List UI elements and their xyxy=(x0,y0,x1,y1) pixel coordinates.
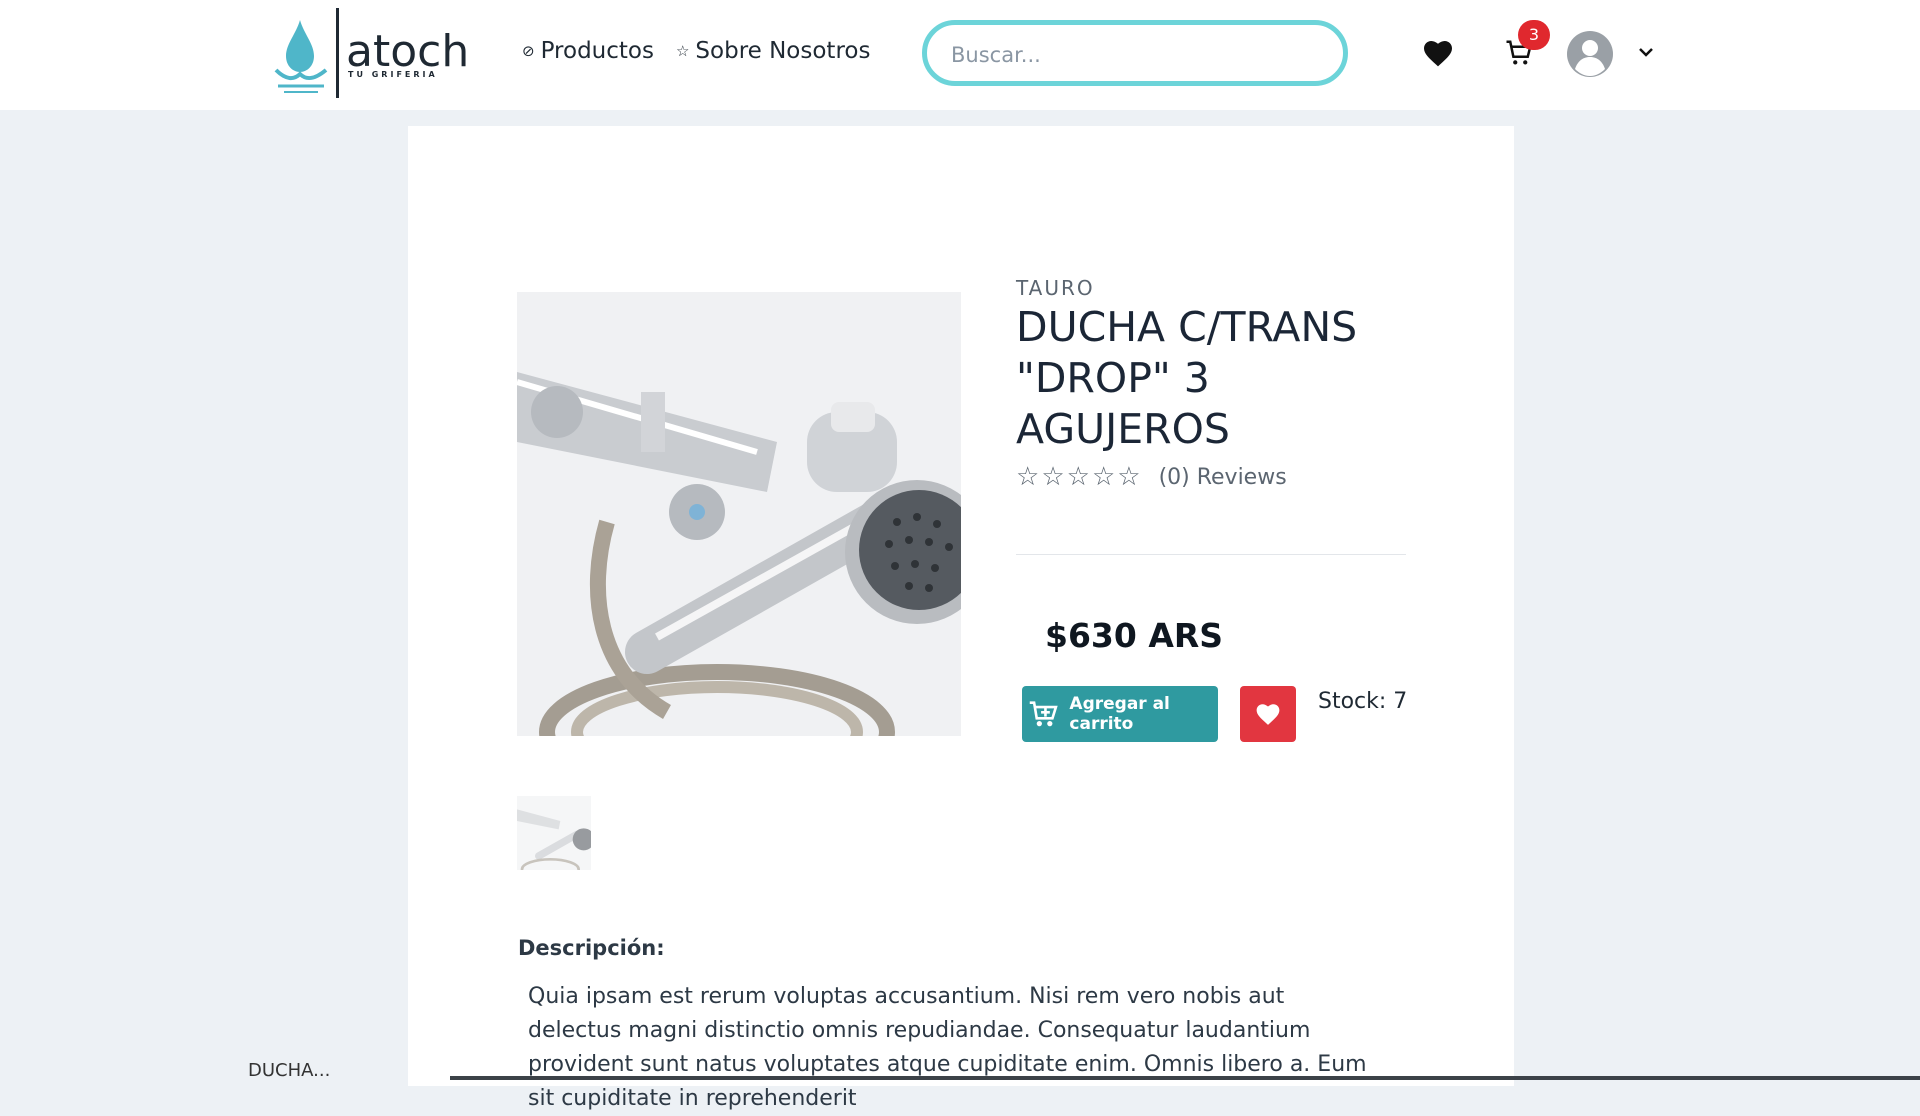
logo-divider xyxy=(336,8,339,98)
section-divider xyxy=(1016,554,1406,555)
star-empty-icon: ☆ xyxy=(1041,462,1065,492)
product-rating: ☆ ☆ ☆ ☆ ☆ (0) Reviews xyxy=(1016,462,1287,492)
cart-count-badge: 3 xyxy=(1518,20,1550,50)
stock-label: Stock: 7 xyxy=(1318,689,1408,714)
top-navbar: atoch TU GRIFERIA ⊘ Productos ☆ Sobre No… xyxy=(0,0,1920,110)
nav-productos-label: Productos xyxy=(540,38,654,64)
star-empty-icon: ☆ xyxy=(1016,462,1040,492)
water-drop-logo-icon xyxy=(274,20,328,93)
add-to-favorites-button[interactable] xyxy=(1240,686,1296,742)
footer-fragment-text: DUCHA... xyxy=(248,1060,331,1081)
favorites-heart-icon[interactable] xyxy=(1422,38,1454,68)
site-logo[interactable]: atoch TU GRIFERIA xyxy=(272,8,469,98)
star-icon: ☆ xyxy=(675,42,690,60)
nav-sobre-nosotros-label: Sobre Nosotros xyxy=(695,38,871,64)
logo-tagline: TU GRIFERIA xyxy=(348,70,438,79)
product-thumbnail[interactable] xyxy=(517,796,591,870)
compass-icon: ⊘ xyxy=(522,42,535,60)
description-heading: Descripción: xyxy=(518,936,665,960)
nav-sobre-nosotros[interactable]: ☆ Sobre Nosotros xyxy=(676,38,871,64)
shower-thumbnail-icon xyxy=(517,796,591,870)
star-empty-icon: ☆ xyxy=(1091,462,1116,492)
star-empty-icon: ☆ xyxy=(1066,462,1090,492)
chevron-down-icon[interactable] xyxy=(1636,44,1656,60)
product-price: $630 ARS xyxy=(1045,616,1224,655)
product-brand: TAURO xyxy=(1016,276,1095,300)
star-empty-icon: ☆ xyxy=(1117,462,1141,492)
product-card: TAURO DUCHA C/TRANS "DROP" 3 AGUJEROS ☆ … xyxy=(408,126,1514,1111)
reviews-count[interactable]: (0) Reviews xyxy=(1159,465,1287,490)
product-title: DUCHA C/TRANS "DROP" 3 AGUJEROS xyxy=(1016,303,1358,453)
search-box xyxy=(922,20,1348,86)
bottom-divider xyxy=(450,1076,1920,1080)
shower-photo-icon xyxy=(517,292,961,736)
nav-productos[interactable]: ⊘ Productos xyxy=(522,38,654,64)
add-to-cart-label: Agregar al carrito xyxy=(1069,694,1170,734)
add-to-cart-button[interactable]: Agregar al carrito xyxy=(1022,686,1218,742)
description-text: Quia ipsam est rerum voluptas accusantiu… xyxy=(528,984,1367,1111)
heart-icon xyxy=(1256,704,1280,725)
search-input[interactable] xyxy=(949,39,1323,71)
cart-plus-icon xyxy=(1029,701,1058,727)
user-avatar-icon[interactable] xyxy=(1566,30,1614,78)
product-image[interactable] xyxy=(517,292,961,736)
main-nav: ⊘ Productos ☆ Sobre Nosotros xyxy=(522,38,870,64)
